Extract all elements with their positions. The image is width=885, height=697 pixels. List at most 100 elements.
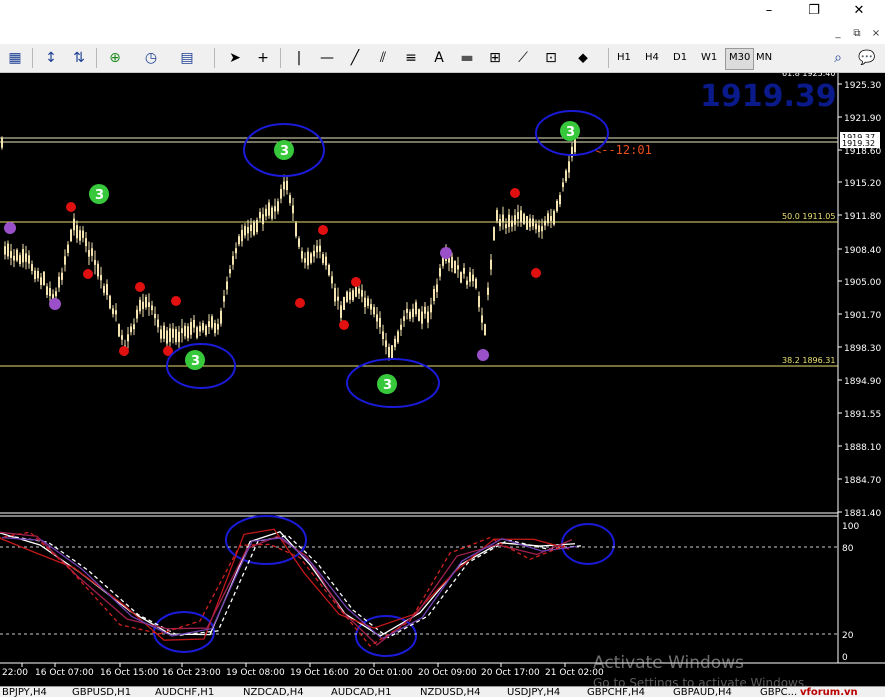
vline-icon[interactable]: | bbox=[288, 47, 310, 69]
minimize-window-button[interactable]: – bbox=[755, 2, 783, 20]
candle-body bbox=[439, 268, 441, 277]
oscillator-line bbox=[0, 528, 570, 641]
candle-body bbox=[379, 318, 381, 328]
shapes-icon[interactable]: ⊡ bbox=[540, 47, 562, 69]
time-axis-label: 20 Oct 17:00 bbox=[481, 668, 540, 678]
candle-body bbox=[139, 299, 141, 312]
candle-body bbox=[307, 251, 309, 266]
candle-body bbox=[43, 271, 45, 286]
candle-body bbox=[385, 340, 387, 347]
tf-w1-button[interactable]: W1 bbox=[698, 48, 720, 68]
chart-minimize-button[interactable]: _ bbox=[830, 27, 846, 41]
candle-body bbox=[427, 311, 429, 323]
arrows-icon[interactable]: ⬥ bbox=[572, 47, 594, 69]
candle-body bbox=[556, 200, 558, 212]
channel-icon[interactable]: ⫽ bbox=[372, 47, 394, 69]
wave-3-label: 3 bbox=[383, 378, 392, 393]
trendline-icon[interactable]: ╱ bbox=[344, 47, 366, 69]
candle-body bbox=[376, 314, 378, 322]
candle-body bbox=[115, 310, 117, 315]
candle-body bbox=[100, 275, 102, 281]
candle-body bbox=[214, 323, 216, 334]
candle-body bbox=[574, 138, 576, 153]
candle-body bbox=[295, 222, 297, 237]
fibonacci-icon[interactable]: ≡ bbox=[400, 47, 422, 69]
template-icon[interactable]: ▤ bbox=[176, 47, 198, 69]
candle-body bbox=[478, 296, 480, 308]
candle-body bbox=[289, 195, 291, 204]
candle-body bbox=[538, 225, 540, 233]
red-signal-marker bbox=[66, 202, 76, 212]
purple-signal-marker bbox=[4, 222, 16, 234]
candle-body bbox=[70, 229, 72, 242]
tf-mn-button[interactable]: MN bbox=[753, 48, 775, 68]
chart-area[interactable]: 1925.30 1921.90 1918.60 1915.20 1911.80 1908.… bbox=[0, 73, 885, 690]
candle-body bbox=[217, 323, 219, 330]
candle-body bbox=[340, 305, 342, 318]
chart-add-icon[interactable]: ↕ bbox=[40, 47, 62, 69]
candle-body bbox=[502, 214, 504, 222]
candle-body bbox=[154, 313, 156, 319]
tf-d1-button[interactable]: D1 bbox=[670, 48, 690, 68]
candle-body bbox=[118, 324, 120, 337]
red-signal-marker bbox=[295, 298, 305, 308]
red-signal-marker bbox=[83, 269, 93, 279]
search-icon[interactable]: ⌕ bbox=[827, 47, 849, 69]
candle-body bbox=[112, 308, 114, 315]
price-axis-label: 1901.70 bbox=[844, 311, 881, 321]
candle-body bbox=[46, 286, 48, 295]
price-chart[interactable]: 1925.30 1921.90 1918.60 1915.20 1911.80 1908.… bbox=[0, 73, 885, 686]
candle-body bbox=[406, 308, 408, 313]
rect-label-icon[interactable]: ▬ bbox=[456, 47, 478, 69]
candle-body bbox=[235, 248, 237, 254]
candle-body bbox=[79, 230, 81, 241]
tf-m30-button[interactable]: M30 bbox=[725, 48, 755, 70]
candle-body bbox=[400, 324, 402, 330]
candle-body bbox=[67, 244, 69, 253]
maximize-window-button[interactable]: ❐ bbox=[800, 2, 828, 20]
candle-body bbox=[163, 325, 165, 339]
chart-close-button[interactable]: × bbox=[868, 27, 884, 41]
candle-body bbox=[262, 214, 264, 225]
layout-icon[interactable]: ▦ bbox=[4, 47, 26, 69]
candle-body bbox=[394, 338, 396, 348]
candle-body bbox=[121, 335, 123, 340]
crosshair-icon[interactable]: + bbox=[252, 47, 274, 69]
chart-restore-button[interactable]: ⧉ bbox=[849, 27, 865, 41]
candle-body bbox=[358, 288, 360, 294]
fibo-expansion-icon[interactable]: ⟋ bbox=[512, 47, 534, 69]
price-axis-label: 1891.55 bbox=[844, 410, 881, 420]
text-icon[interactable]: A bbox=[428, 47, 450, 69]
purple-signal-marker bbox=[440, 247, 452, 259]
candle-body bbox=[298, 238, 300, 247]
candle-body bbox=[181, 328, 183, 334]
candle-body bbox=[493, 227, 495, 241]
tf-h1-button[interactable]: H1 bbox=[614, 48, 634, 68]
tf-h4-button[interactable]: H4 bbox=[642, 48, 662, 68]
chat-icon[interactable]: 💬 bbox=[856, 47, 878, 69]
candle-body bbox=[22, 249, 24, 263]
zoom-icon[interactable]: ⊕ bbox=[104, 47, 126, 69]
cursor-icon[interactable]: ➤ bbox=[224, 47, 246, 69]
price-axis-label: 1911.80 bbox=[844, 212, 881, 222]
candle-body bbox=[490, 259, 492, 270]
hline-icon[interactable]: — bbox=[316, 47, 338, 69]
clock-icon[interactable]: ◷ bbox=[140, 47, 162, 69]
candle-body bbox=[136, 309, 138, 319]
close-window-button[interactable]: ✕ bbox=[845, 2, 873, 20]
candle-body bbox=[226, 281, 228, 290]
candle-body bbox=[7, 243, 9, 257]
fib-top-label: 61.8 1925.40 bbox=[782, 73, 835, 78]
price-axis-label: 1918.60 bbox=[844, 147, 881, 157]
chart-scroll-icon[interactable]: ⇅ bbox=[68, 47, 90, 69]
fibo-fan-icon[interactable]: ⊞ bbox=[484, 47, 506, 69]
candle-body bbox=[412, 308, 414, 318]
candle-body bbox=[223, 296, 225, 302]
candle-body bbox=[13, 255, 15, 261]
osc-axis-label: 80 bbox=[842, 544, 854, 554]
purple-signal-marker bbox=[477, 349, 489, 361]
candle-body bbox=[433, 289, 435, 302]
candle-body bbox=[472, 274, 474, 282]
price-axis-label: 1915.20 bbox=[844, 179, 881, 189]
candle-body bbox=[172, 328, 174, 338]
